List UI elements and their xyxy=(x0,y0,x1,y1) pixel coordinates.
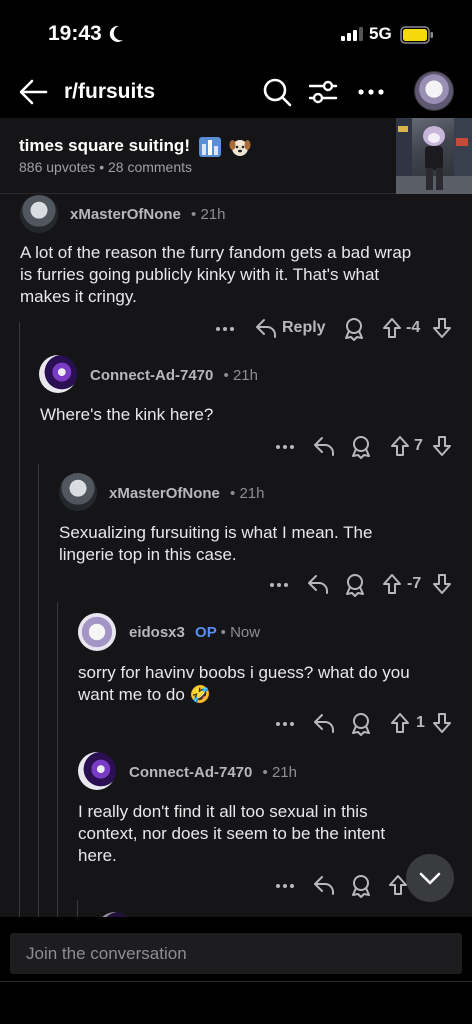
post-title: times square suiting! xyxy=(19,136,251,157)
award-icon[interactable] xyxy=(344,573,366,597)
comment-author[interactable]: xMasterOfNone • 21h xyxy=(109,485,265,502)
comment-body: I really don't find it all too sexual in… xyxy=(78,802,386,865)
reply-icon[interactable] xyxy=(312,712,336,734)
reply-icon[interactable] xyxy=(312,874,336,896)
network-type: 5G xyxy=(369,24,392,43)
comment-author[interactable]: Connect-Ad-7470 • 21h xyxy=(129,764,297,781)
status-time: 19:43 xyxy=(48,22,102,45)
reply-footer: Join the conversation xyxy=(0,917,472,1024)
divider xyxy=(0,981,472,982)
downvote-icon[interactable] xyxy=(432,317,452,339)
more-icon[interactable] xyxy=(274,878,296,894)
cityscape-emoji-icon xyxy=(198,136,221,157)
more-icon[interactable] xyxy=(274,439,296,455)
comment-author[interactable]: eidosx3 OP • Now xyxy=(129,624,260,641)
score: 7 xyxy=(414,437,423,454)
scroll-down-button[interactable] xyxy=(406,854,454,902)
comment-actions: 7 xyxy=(274,433,454,461)
avatar[interactable] xyxy=(78,752,116,790)
more-icon[interactable] xyxy=(214,321,236,337)
more-icon[interactable] xyxy=(268,577,290,593)
comment-actions: 1 xyxy=(274,710,454,738)
score: 1 xyxy=(416,714,425,731)
filter-icon[interactable] xyxy=(308,76,338,108)
more-icon[interactable] xyxy=(357,76,385,108)
downvote-icon[interactable] xyxy=(432,712,452,734)
user-avatar[interactable] xyxy=(414,71,454,111)
award-icon[interactable] xyxy=(350,435,372,459)
comment-body: A lot of the reason the furry fandom get… xyxy=(20,243,412,306)
comment-body: sorry for havinv boobs i guess? what do … xyxy=(78,663,410,704)
comment-thread: xMasterOfNone • 21h A lot of the reason … xyxy=(0,194,472,917)
post-header[interactable]: times square suiting! 886 upvotes • 28 c… xyxy=(0,118,472,194)
thread-line xyxy=(38,464,39,917)
subreddit-title[interactable]: r/fursuits xyxy=(64,80,155,104)
status-bar: 19:43 5G xyxy=(0,0,472,66)
avatar[interactable] xyxy=(78,613,116,651)
upvote-icon[interactable] xyxy=(390,712,410,734)
score: -7 xyxy=(407,575,422,592)
comment-body: Where's the kink here? xyxy=(40,405,214,424)
thread-line xyxy=(57,602,58,917)
avatar[interactable] xyxy=(39,355,77,393)
comment-actions xyxy=(274,872,414,900)
upvote-count: 886 upvotes xyxy=(19,159,96,175)
comment-actions: -7 xyxy=(268,571,454,599)
avatar[interactable] xyxy=(59,473,97,511)
comment-author[interactable]: Connect-Ad-7470 • 21h xyxy=(90,367,258,384)
comment-actions: Reply -4 xyxy=(214,315,454,343)
award-icon[interactable] xyxy=(343,317,365,341)
post-thumbnail[interactable] xyxy=(396,118,472,194)
reply-button[interactable]: Reply xyxy=(282,319,326,337)
thread-line xyxy=(77,900,78,917)
post-meta: 886 upvotes • 28 comments xyxy=(19,159,193,175)
thread-line xyxy=(19,322,20,917)
upvote-icon[interactable] xyxy=(382,573,402,595)
battery-icon xyxy=(400,26,433,44)
moon-icon xyxy=(109,25,123,42)
reply-icon[interactable] xyxy=(254,317,278,339)
downvote-icon[interactable] xyxy=(432,573,452,595)
upvote-icon[interactable] xyxy=(382,317,402,339)
comment-input[interactable]: Join the conversation xyxy=(10,933,462,974)
award-icon[interactable] xyxy=(350,712,372,736)
dog-face-emoji-icon xyxy=(229,139,251,156)
avatar[interactable] xyxy=(20,195,58,233)
award-icon[interactable] xyxy=(350,874,372,898)
upvote-icon[interactable] xyxy=(390,435,410,457)
reply-icon[interactable] xyxy=(306,573,330,595)
signal-icon xyxy=(341,27,363,41)
score: -4 xyxy=(406,319,421,336)
upvote-icon[interactable] xyxy=(388,874,408,896)
comment-body: Sexualizing fursuiting is what I mean. T… xyxy=(59,523,373,564)
comment-input-placeholder: Join the conversation xyxy=(26,944,187,963)
search-icon[interactable] xyxy=(261,76,293,108)
back-arrow-icon[interactable] xyxy=(18,78,48,106)
more-icon[interactable] xyxy=(274,716,296,732)
downvote-icon[interactable] xyxy=(432,435,452,457)
chevron-down-icon xyxy=(419,872,441,885)
reply-icon[interactable] xyxy=(312,435,336,457)
comment-count: 28 comments xyxy=(107,159,193,175)
comment-author[interactable]: xMasterOfNone • 21h xyxy=(70,206,226,223)
top-nav: r/fursuits xyxy=(0,66,472,118)
